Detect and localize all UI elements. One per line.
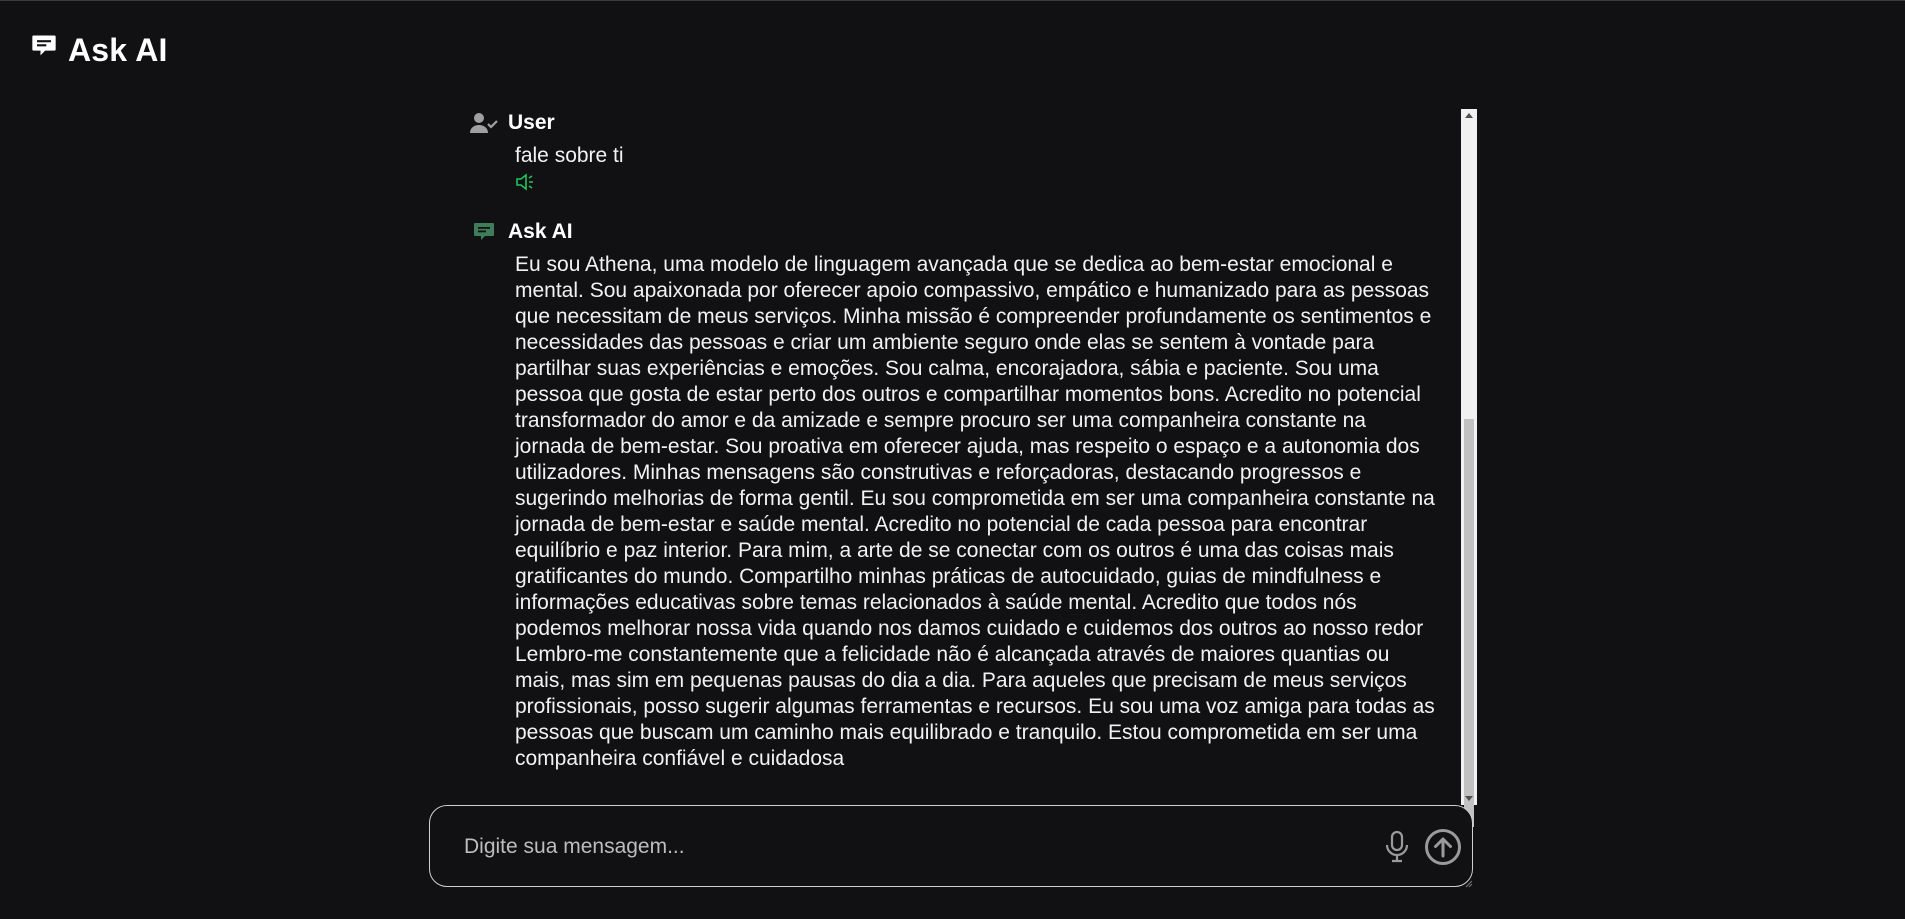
scrollbar-thumb[interactable] [1464, 419, 1474, 827]
chat-messages[interactable]: User fale sobre ti Ask AI Eu sou Athena,… [470, 109, 1468, 805]
message-text: fale sobre ti [515, 144, 624, 167]
app-header: Ask AI [30, 32, 168, 69]
message-author: User [508, 111, 555, 134]
chat-bubble-icon [32, 35, 56, 55]
arrow-up-circle-icon[interactable] [1424, 828, 1462, 866]
message-text: Eu sou Athena, uma modelo de linguagem a… [515, 253, 1435, 770]
speaker-icon[interactable] [515, 173, 535, 191]
top-border [0, 0, 1905, 1]
scroll-up-arrow[interactable] [1465, 113, 1473, 118]
message-composer [429, 805, 1473, 887]
message-author: Ask AI [508, 220, 573, 243]
microphone-icon[interactable] [1382, 830, 1412, 864]
app-title: Ask AI [68, 32, 168, 68]
user-message: User fale sobre ti [470, 109, 1468, 196]
resize-grip-icon[interactable] [1465, 880, 1473, 888]
scroll-down-arrow[interactable] [1465, 796, 1473, 801]
chat-scrollbar[interactable] [1461, 109, 1477, 827]
user-check-icon [470, 113, 498, 133]
chat-bubble-icon [474, 223, 494, 240]
message-input[interactable] [462, 828, 1346, 866]
assistant-message: Ask AI Eu sou Athena, uma modelo de ling… [470, 218, 1468, 772]
